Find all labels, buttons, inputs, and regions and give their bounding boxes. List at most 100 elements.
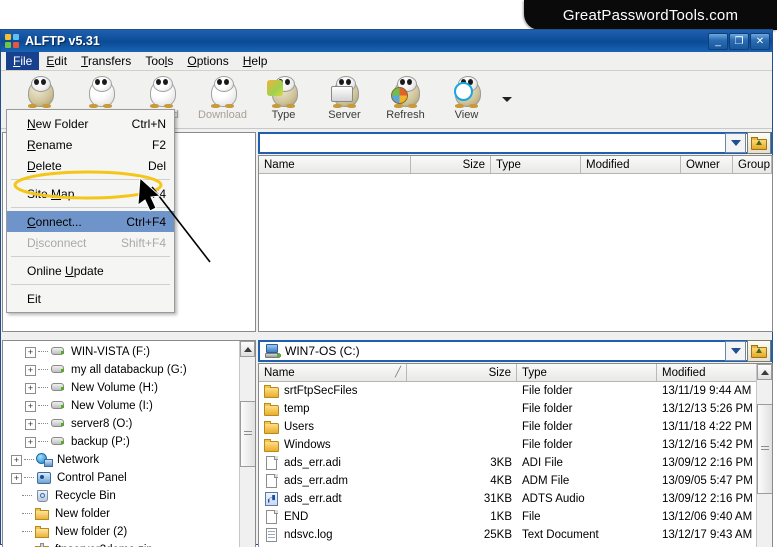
local-col-type[interactable]: Type (517, 364, 657, 381)
tree-expander-icon[interactable]: + (11, 454, 22, 466)
network-icon (36, 453, 53, 467)
scroll-up-button[interactable] (240, 341, 255, 357)
remote-path-bar[interactable] (258, 132, 773, 154)
tree-vertical-scrollbar[interactable] (239, 341, 255, 547)
menu-option-online-update[interactable]: Online Update (7, 260, 174, 281)
scrollbar-thumb[interactable] (757, 404, 772, 494)
local-up-folder-button[interactable] (747, 340, 771, 362)
tree-expander-icon[interactable]: + (25, 400, 36, 412)
remote-file-list[interactable]: Name Size Type Modified Owner Group (258, 155, 773, 332)
table-row[interactable]: END 1KB File 13/12/06 9:40 AM (259, 508, 772, 526)
menu-item-help[interactable]: Help (236, 52, 275, 70)
minimize-button[interactable]: _ (708, 32, 728, 50)
drive-icon (50, 381, 67, 395)
tree-expander-icon[interactable]: + (25, 436, 36, 448)
toolbar-button-server[interactable]: Server (314, 71, 375, 127)
scrollbar-thumb[interactable] (240, 401, 255, 467)
table-row[interactable]: srtFtpSecFiles File folder 13/11/19 9:44… (259, 382, 772, 400)
table-row[interactable]: Users File folder 13/11/18 4:22 PM (259, 418, 772, 436)
tree-item-server8[interactable]: + server8 (O:) (3, 415, 255, 433)
toolbar-button-type[interactable]: Type (253, 71, 314, 127)
menu-option-label: Eit (27, 291, 42, 306)
remote-col-type[interactable]: Type (491, 156, 581, 173)
local-col-name[interactable]: Name ╱ (259, 364, 407, 381)
recycle-bin-icon (34, 489, 51, 503)
menu-option-new-folder[interactable]: New Folder Ctrl+N (7, 113, 174, 134)
menu-option-label: Connect... (27, 214, 82, 229)
tree-item-new-volume-h[interactable]: + New Volume (H:) (3, 379, 255, 397)
menu-option-shortcut: Del (147, 158, 166, 173)
toolbar-button-refresh[interactable]: Refresh (375, 71, 436, 127)
table-row[interactable]: Windows File folder 13/12/16 5:42 PM (259, 436, 772, 454)
tree-label: New folder (55, 508, 110, 520)
scroll-up-button[interactable] (757, 364, 772, 380)
table-row[interactable]: ads_err.adi 3KB ADI File 13/09/12 2:16 P… (259, 454, 772, 472)
cell-type: ADI File (522, 457, 563, 469)
tree-item-network[interactable]: + Network (3, 451, 255, 469)
tree-connector (38, 441, 48, 443)
menu-option-delete[interactable]: Delete Del (7, 155, 174, 176)
menu-option-exit[interactable]: Eit (7, 288, 174, 309)
tree-connector (38, 423, 48, 425)
local-col-size[interactable]: Size (407, 364, 517, 381)
maximize-button[interactable]: ❐ (729, 32, 749, 50)
tree-item-new-folder[interactable]: New folder (3, 505, 255, 523)
toolbar-overflow-button[interactable] (497, 71, 517, 127)
toolbar-button-view[interactable]: View (436, 71, 497, 127)
toolbar-button-download[interactable]: Download (192, 71, 253, 127)
file-menu-dropdown[interactable]: New Folder Ctrl+N Rename F2 Delete Del S… (6, 109, 175, 313)
tree-expander-icon[interactable]: + (11, 472, 22, 484)
menu-option-label: New Folder (27, 116, 89, 131)
menu-item-file[interactable]: File (6, 52, 40, 70)
menu-item-tools[interactable]: Tools (138, 52, 180, 70)
table-row[interactable]: temp File folder 13/12/13 5:26 PM (259, 400, 772, 418)
remote-up-folder-button[interactable] (747, 132, 771, 154)
folder-icon (264, 402, 280, 417)
local-path-dropdown-button[interactable] (725, 341, 746, 361)
remote-col-group[interactable]: Group (733, 156, 772, 173)
up-folder-icon (751, 136, 767, 150)
close-button[interactable]: ✕ (750, 32, 770, 50)
local-path-input[interactable]: WIN7-OS (C:) (285, 344, 725, 358)
remote-col-modified[interactable]: Modified (581, 156, 681, 173)
tree-item-my-all-databackup[interactable]: + my all databackup (G:) (3, 361, 255, 379)
remote-path-dropdown-button[interactable] (725, 133, 746, 153)
table-row[interactable]: ads_err.adm 4KB ADM File 13/09/05 5:47 P… (259, 472, 772, 490)
menu-option-site-map[interactable]: Site Map... F4 (7, 183, 174, 204)
tree-label: New Volume (I:) (71, 400, 153, 412)
bird-cancel-icon (83, 74, 119, 108)
watermark-text: GreatPasswordTools.com (562, 6, 739, 24)
tree-expander-icon[interactable]: + (25, 364, 36, 376)
tree-item-recycle-bin[interactable]: Recycle Bin (3, 487, 255, 505)
menu-option-connect[interactable]: Connect... Ctrl+F4 (7, 211, 174, 232)
menu-item-edit[interactable]: Edit (39, 52, 74, 70)
cell-type: File folder (522, 439, 573, 451)
local-list-vertical-scrollbar[interactable] (756, 364, 772, 547)
remote-col-owner[interactable]: Owner (681, 156, 733, 173)
tree-expander-icon[interactable]: + (25, 418, 36, 430)
tree-expander-icon[interactable]: + (25, 346, 36, 358)
local-path-bar[interactable]: WIN7-OS (C:) (258, 340, 773, 362)
local-folder-tree[interactable]: + WIN-VISTA (F:) + my all databackup (G:… (2, 340, 256, 547)
tree-expander-icon[interactable]: + (25, 382, 36, 394)
menu-item-options[interactable]: Options (180, 52, 235, 70)
tree-item-ftpserver3demo-zip[interactable]: ftpserver3demo.zip (3, 541, 255, 547)
tree-item-control-panel[interactable]: + Control Panel (3, 469, 255, 487)
tree-item-new-volume-i[interactable]: + New Volume (I:) (3, 397, 255, 415)
tree-connector (22, 531, 32, 533)
tree-connector (22, 513, 32, 515)
remote-col-name[interactable]: Name (259, 156, 411, 173)
local-col-modified[interactable]: Modified (657, 364, 757, 381)
table-row[interactable]: ads_err.adt 31KB ADTS Audio 13/09/12 2:1… (259, 490, 772, 508)
cell-name: ads_err.adi (284, 457, 341, 469)
tree-item-win-vista[interactable]: + WIN-VISTA (F:) (3, 343, 255, 361)
remote-col-size[interactable]: Size (411, 156, 491, 173)
table-row[interactable]: ndsvc.log 25KB Text Document 13/12/17 9:… (259, 526, 772, 544)
tree-item-new-folder-2[interactable]: New folder (2) (3, 523, 255, 541)
drive-icon (50, 363, 67, 377)
menu-item-transfers[interactable]: Transfers (74, 52, 138, 70)
menu-option-rename[interactable]: Rename F2 (7, 134, 174, 155)
local-file-list[interactable]: Name ╱ Size Type Modified srtFtpSecFiles… (258, 363, 773, 547)
tree-item-backup[interactable]: + backup (P:) (3, 433, 255, 451)
menu-transfers-accel: T (81, 54, 88, 68)
